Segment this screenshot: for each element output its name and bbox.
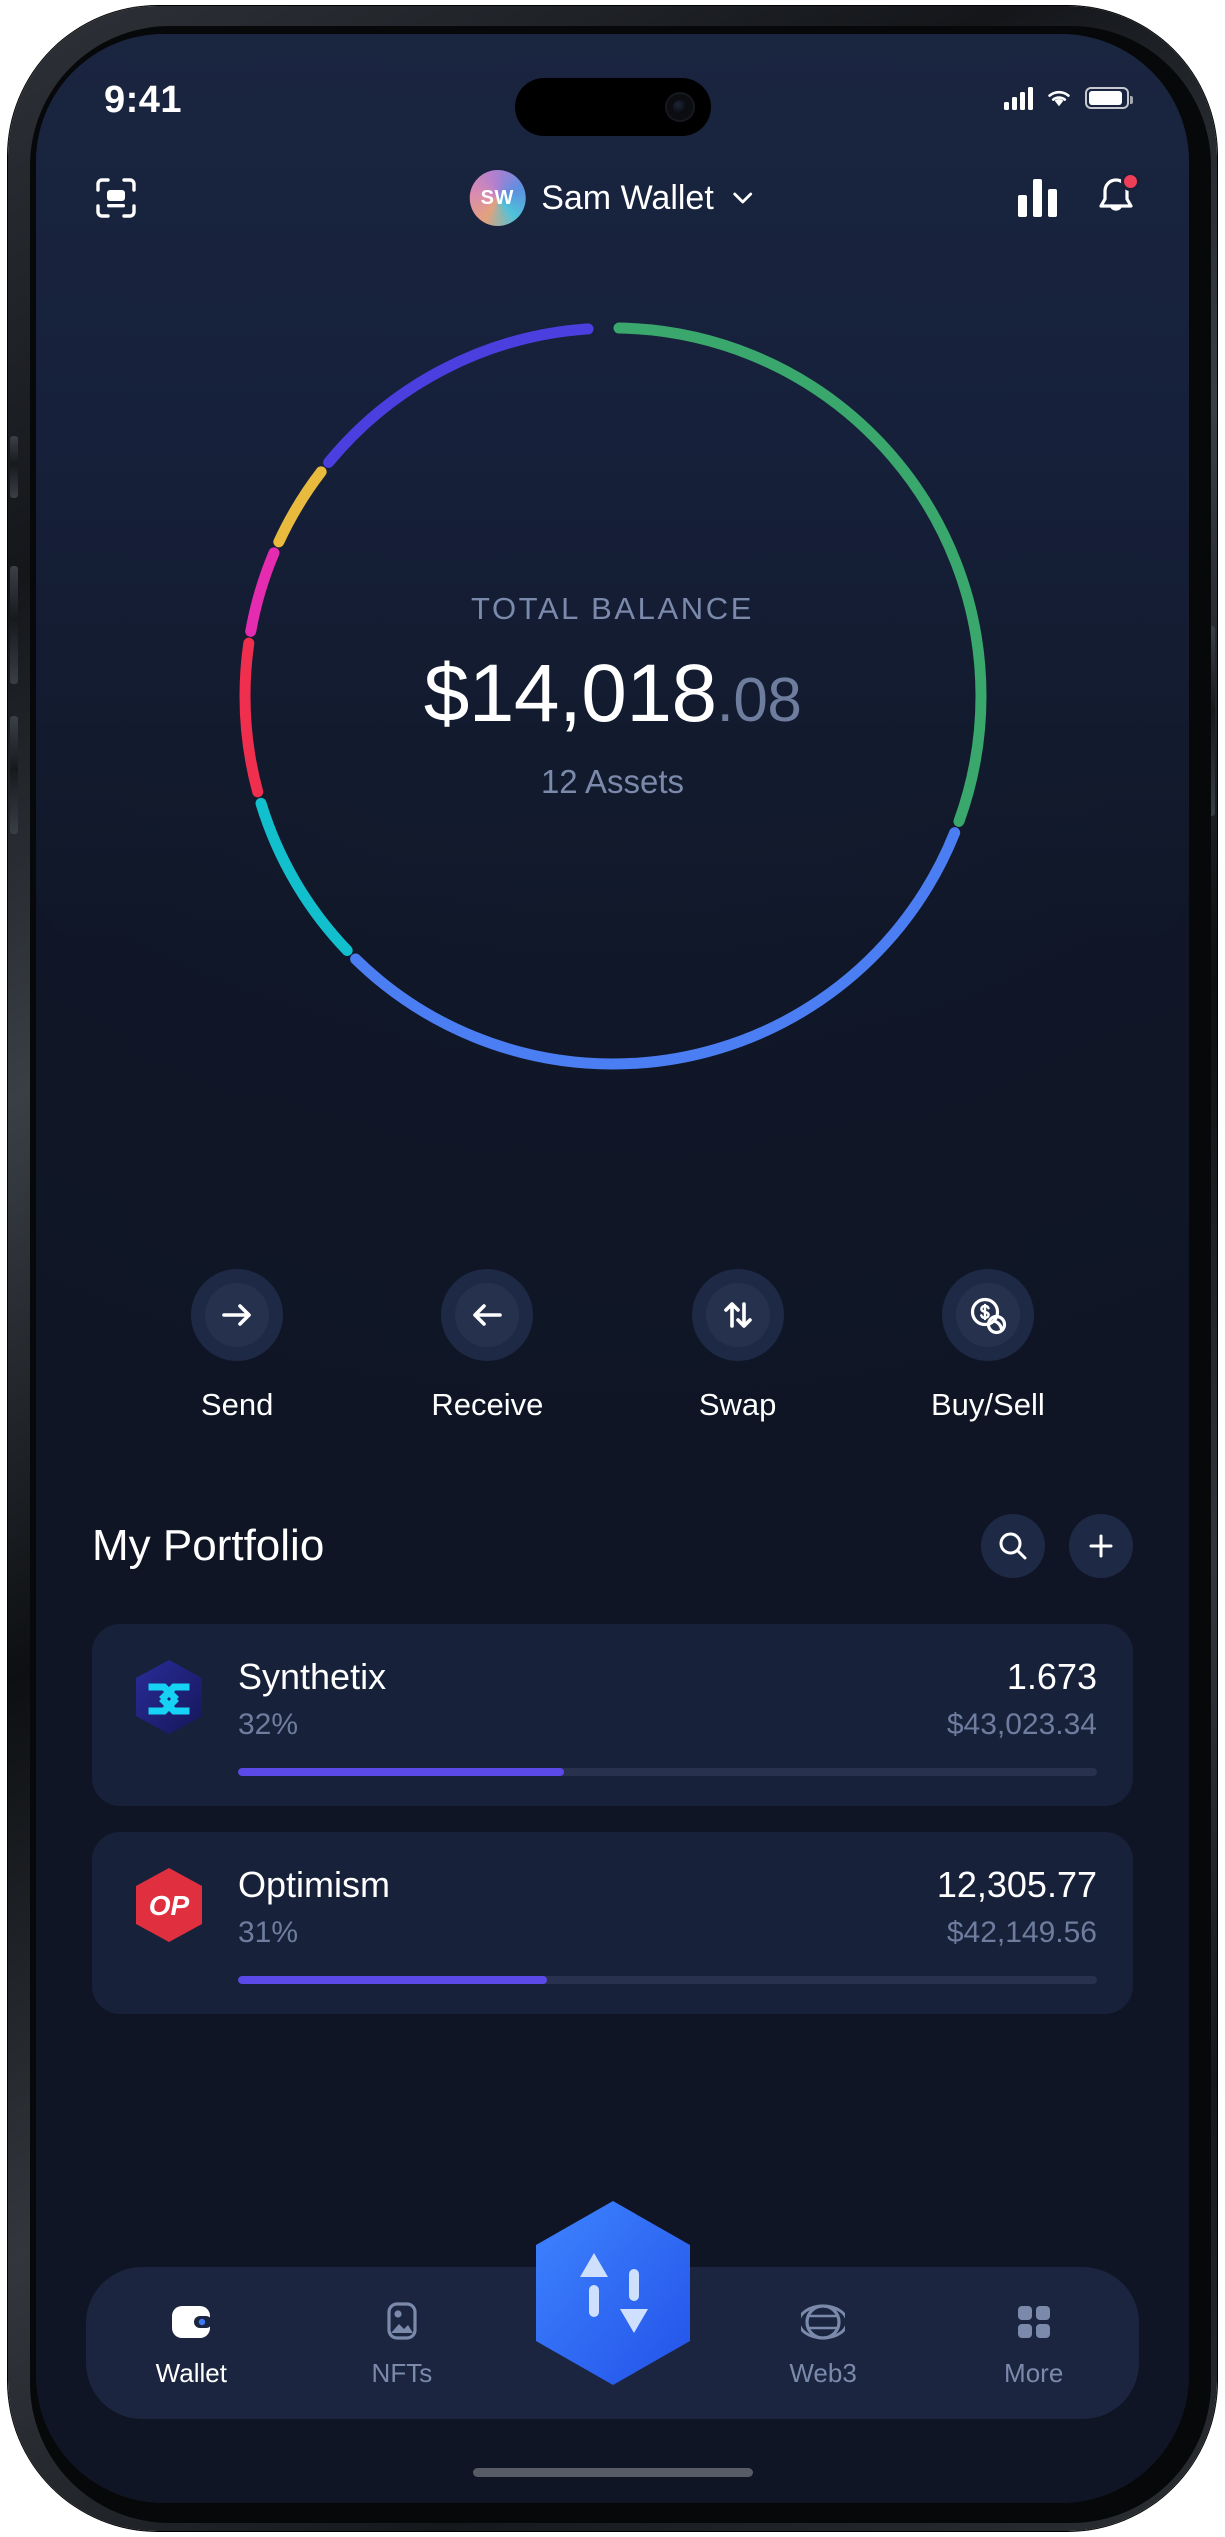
- swap-arrows-icon: [691, 1269, 784, 1361]
- wallet-selector[interactable]: SW Sam Wallet: [469, 170, 756, 226]
- asset-percent: 32%: [238, 1708, 299, 1741]
- grid-dots-icon: [1014, 2298, 1054, 2346]
- list-item[interactable]: OP Optimism 31% 12,305.77 $42,149.56: [92, 1832, 1133, 2014]
- asset-quantity: 12,305.77: [936, 1864, 1097, 1905]
- tab-more-label: More: [1004, 2357, 1064, 2388]
- asset-row-top: Synthetix 32% 1.673 $43,023.34: [128, 1656, 1097, 1742]
- synthetix-logo: [128, 1656, 210, 1738]
- action-send[interactable]: Send: [162, 1269, 312, 1423]
- asset-allocation-bar: [238, 1976, 1097, 1984]
- avatar-initials: SW: [480, 186, 514, 209]
- page-title: My Portfolio: [92, 1521, 325, 1570]
- portfolio-header-actions: [981, 1514, 1133, 1578]
- front-camera: [664, 92, 695, 122]
- balance-donut-chart: TOTAL BALANCE $14,018.08 12 Assets: [213, 296, 1013, 1096]
- balance-center: TOTAL BALANCE $14,018.08 12 Assets: [213, 296, 1013, 1096]
- dollar-coins-icon: [941, 1269, 1034, 1361]
- quick-actions: Send Receive Swap Buy/Sell: [36, 1269, 1189, 1423]
- action-buy-sell[interactable]: Buy/Sell: [913, 1269, 1063, 1423]
- action-receive[interactable]: Receive: [412, 1269, 562, 1423]
- asset-allocation-fill: [238, 1768, 565, 1776]
- arrow-right-icon: [191, 1269, 284, 1361]
- balance-cents: .08: [716, 666, 802, 735]
- asset-values: 1.673 $43,023.34: [947, 1656, 1097, 1742]
- asset-allocation-fill: [238, 1976, 548, 1984]
- asset-value: $43,023.34: [946, 1708, 1097, 1741]
- plus-icon[interactable]: [1069, 1514, 1133, 1578]
- asset-name: Optimism: [238, 1864, 390, 1905]
- asset-info: Synthetix 32%: [238, 1656, 947, 1742]
- total-balance-amount: $14,018.08: [424, 647, 802, 741]
- balance-dollars: $14,018: [423, 648, 717, 739]
- portfolio-header: My Portfolio: [36, 1514, 1189, 1578]
- assets-count: 12 Assets: [540, 763, 685, 800]
- notification-badge: [1121, 172, 1140, 191]
- home-indicator: [472, 2468, 753, 2477]
- asset-values: 12,305.77 $42,149.56: [937, 1864, 1097, 1950]
- asset-info: Optimism 31%: [238, 1864, 937, 1950]
- wifi-icon: [1048, 90, 1070, 107]
- tab-wallet[interactable]: Wallet: [86, 2298, 297, 2389]
- globe-icon: [801, 2298, 846, 2346]
- volume-down-button[interactable]: [10, 716, 18, 834]
- asset-allocation-bar: [238, 1768, 1097, 1776]
- cellular-signal-icon: [1004, 86, 1033, 110]
- svg-text:OP: OP: [149, 1890, 190, 1921]
- optimism-logo: OP: [128, 1864, 210, 1946]
- bar-chart-icon[interactable]: [1018, 179, 1057, 217]
- tab-web3[interactable]: Web3: [718, 2298, 929, 2389]
- action-swap-label: Swap: [698, 1387, 777, 1422]
- search-icon[interactable]: [981, 1514, 1045, 1578]
- avatar: SW: [469, 170, 526, 226]
- asset-quantity: 1.673: [1006, 1656, 1097, 1697]
- battery-icon: [1085, 87, 1133, 109]
- tab-nfts-label: NFTs: [371, 2357, 433, 2388]
- action-swap[interactable]: Swap: [663, 1269, 813, 1423]
- action-send-label: Send: [200, 1387, 274, 1422]
- silent-switch[interactable]: [10, 436, 18, 498]
- asset-name: Synthetix: [238, 1656, 387, 1697]
- action-receive-label: Receive: [431, 1387, 544, 1422]
- tab-wallet-label: Wallet: [155, 2357, 227, 2388]
- bell-icon[interactable]: [1095, 172, 1140, 221]
- asset-percent: 31%: [238, 1916, 299, 1949]
- arrow-left-icon: [441, 1269, 534, 1361]
- volume-up-button[interactable]: [10, 566, 18, 684]
- hexagon-swap-fab-icon[interactable]: [524, 2195, 702, 2391]
- asset-list: Synthetix 32% 1.673 $43,023.34 OP Optimi…: [92, 1624, 1133, 2040]
- status-icons: [1004, 86, 1133, 110]
- asset-row-top: OP Optimism 31% 12,305.77 $42,149.56: [128, 1864, 1097, 1950]
- total-balance-label: TOTAL BALANCE: [470, 591, 755, 626]
- tab-nfts[interactable]: NFTs: [297, 2298, 508, 2389]
- chevron-down-icon: [733, 192, 753, 204]
- screenshot-stage: 9:41 SW Sam Wallet TOTAL BALANCE $14,018…: [0, 0, 1225, 2537]
- wallet-name: Sam Wallet: [541, 178, 714, 217]
- asset-value: $42,149.56: [946, 1916, 1097, 1949]
- app-header: SW Sam Wallet: [36, 152, 1189, 244]
- wallet-icon: [168, 2298, 214, 2346]
- phone-screen: 9:41 SW Sam Wallet TOTAL BALANCE $14,018…: [36, 34, 1189, 2503]
- nft-image-icon: [381, 2298, 423, 2346]
- header-actions: [1018, 172, 1140, 221]
- tab-web3-label: Web3: [789, 2357, 857, 2388]
- tab-more[interactable]: More: [928, 2298, 1139, 2389]
- list-item[interactable]: Synthetix 32% 1.673 $43,023.34: [92, 1624, 1133, 1806]
- status-time: 9:41: [104, 79, 183, 121]
- scan-qr-icon[interactable]: [92, 174, 140, 222]
- action-buy-sell-label: Buy/Sell: [931, 1387, 1045, 1422]
- dynamic-island: [514, 78, 711, 136]
